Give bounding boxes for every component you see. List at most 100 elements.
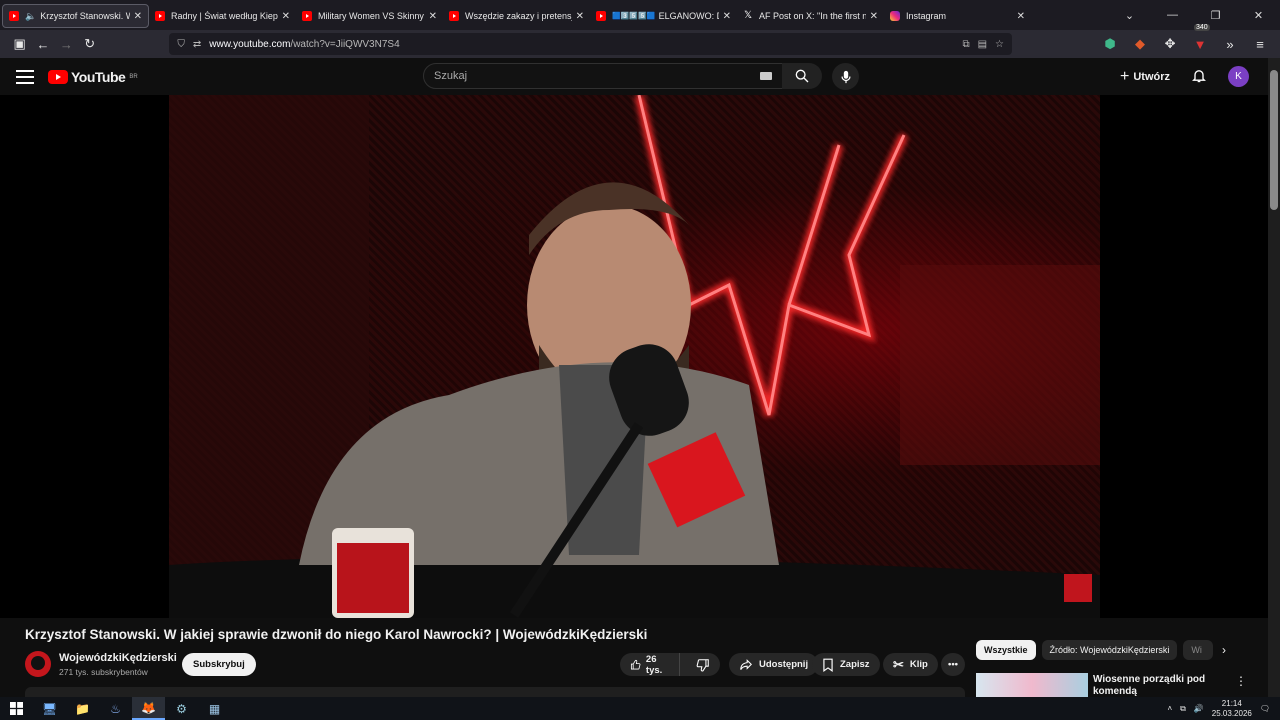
browser-nav-bar: ▣ ← → ↻ ⛉ ⇄ www.youtube.com/watch?v=JiiQ…	[0, 24, 1280, 58]
extension-shield-icon[interactable]: ⬢	[1098, 32, 1122, 56]
close-window-icon[interactable]: ✕	[1237, 9, 1280, 22]
reload-icon[interactable]: ↻	[78, 32, 101, 56]
chip-source-channel[interactable]: Źródło: WojewódzkiKędzierski	[1041, 640, 1178, 660]
windows-taskbar: 🖥 📁 ♨ 🦊 ⚙ ▦ ˄ ⧉ 🔊 21:14 25.03.2026 🗨	[0, 697, 1280, 720]
like-button[interactable]: 26 tys.	[620, 653, 680, 676]
reader-view-icon[interactable]: ▤	[978, 39, 987, 50]
restore-icon[interactable]: ❐	[1194, 9, 1237, 22]
channel-name[interactable]: WojewódzkiKędzierski	[59, 652, 177, 664]
clip-button[interactable]: ✂ Klip	[883, 653, 938, 676]
recommendation-title[interactable]: Wiosenne porządki pod komendą	[1093, 674, 1213, 696]
tab-instagram[interactable]: Instagram ✕	[884, 4, 1031, 28]
close-tab-icon[interactable]: ✕	[576, 11, 584, 22]
thumbs-up-icon	[630, 659, 641, 670]
bookmark-star-icon[interactable]: ☆	[995, 39, 1004, 50]
tab-military-women[interactable]: Military Women VS Skinny Joes ✕	[296, 4, 443, 28]
tab-elganowo[interactable]: 🟦3️⃣5️⃣5️⃣🟦 ELGANOWO: D ✕	[590, 4, 737, 28]
create-button[interactable]: + Utwórz	[1120, 68, 1170, 86]
tray-chevron-icon[interactable]: ˄	[1167, 704, 1172, 713]
thumbs-down-icon	[696, 658, 709, 672]
voice-search-button[interactable]	[832, 63, 859, 90]
scissors-icon: ✂	[893, 656, 904, 672]
minimize-icon[interactable]: —	[1151, 9, 1194, 21]
picture-in-picture-icon[interactable]: ⧉	[962, 39, 969, 50]
recommendation-thumbnail[interactable]	[976, 673, 1088, 697]
video-player[interactable]	[0, 95, 1268, 618]
tab-title: Krzysztof Stanowski. W jaki	[40, 11, 129, 21]
youtube-play-icon	[48, 69, 68, 84]
notifications-button[interactable]	[1191, 67, 1207, 89]
steam-icon[interactable]: ♨	[99, 697, 132, 720]
close-tab-icon[interactable]: ✕	[723, 11, 731, 22]
volume-icon[interactable]: 🔊	[1194, 704, 1204, 713]
permissions-icon[interactable]: ⇄	[193, 39, 201, 50]
sidebar-toggle-icon[interactable]: ▣	[8, 32, 31, 56]
tab-radny[interactable]: Radny | Świat według Kiepskich ✕	[149, 4, 296, 28]
youtube-icon	[155, 11, 165, 21]
close-tab-icon[interactable]: ✕	[870, 11, 878, 22]
chip-all[interactable]: Wszystkie	[976, 640, 1036, 660]
video-frame[interactable]	[169, 95, 1100, 618]
audio-icon[interactable]: 🔈	[25, 11, 36, 22]
close-tab-icon[interactable]: ✕	[429, 11, 437, 22]
close-tab-icon[interactable]: ✕	[1017, 11, 1025, 22]
extension-counter-icon[interactable]: ▼ 340	[1188, 24, 1212, 56]
search-input[interactable]: Szukaj	[423, 63, 783, 89]
keyboard-icon[interactable]	[760, 72, 772, 80]
youtube-icon	[596, 11, 606, 21]
hamburger-menu-icon[interactable]	[16, 69, 34, 84]
scrollbar-thumb[interactable]	[1270, 70, 1278, 210]
youtube-logo[interactable]: YouTube BR	[48, 69, 138, 85]
back-icon[interactable]: ←	[31, 32, 54, 56]
folder-icon[interactable]: 📁	[66, 697, 99, 720]
computer-icon[interactable]: 🖥	[33, 697, 66, 720]
like-dislike-group: 26 tys.	[620, 653, 720, 676]
neon-logo-graphic	[169, 95, 1100, 618]
forward-icon[interactable]: →	[55, 32, 78, 56]
save-button[interactable]: Zapisz	[812, 653, 880, 676]
clock[interactable]: 21:14 25.03.2026	[1212, 699, 1252, 719]
tab-wszedzie-zakazy[interactable]: Wszędzie zakazy i pretensje! Lu ✕	[443, 4, 590, 28]
system-tray: ˄ ⧉ 🔊 21:14 25.03.2026 🗨	[1167, 699, 1280, 719]
page-scrollbar[interactable]	[1268, 58, 1280, 720]
tab-title: Wszędzie zakazy i pretensje! Lu	[465, 11, 572, 21]
search-icon	[795, 69, 809, 83]
overflow-menu-icon[interactable]: »	[1218, 32, 1242, 56]
extension-ublock-icon[interactable]: ◆	[1128, 32, 1152, 56]
youtube-icon	[449, 11, 459, 21]
channel-subscriber-count: 271 tys. subskrybentów	[59, 667, 148, 677]
tab-krzysztof-stanowski[interactable]: 🔈 Krzysztof Stanowski. W jaki ✕	[2, 4, 149, 28]
network-icon[interactable]: ⧉	[1180, 704, 1186, 714]
search-button[interactable]	[782, 63, 822, 89]
notifications-center-icon[interactable]: 🗨	[1260, 704, 1270, 713]
share-label: Udostępnij	[759, 659, 809, 670]
firefox-icon[interactable]: 🦊	[132, 697, 165, 720]
more-actions-button[interactable]: •••	[941, 653, 965, 676]
more-vertical-icon[interactable]: ⋮	[1235, 674, 1247, 688]
youtube-icon	[9, 11, 19, 21]
share-button[interactable]: Udostępnij	[729, 653, 819, 676]
app-menu-icon[interactable]: ≡	[1248, 32, 1272, 56]
url-bar[interactable]: ⛉ ⇄ www.youtube.com/watch?v=JiiQWV3N7S4 …	[169, 33, 1013, 55]
tab-title: ELGANOWO: D	[658, 11, 719, 21]
tool-icon[interactable]: ⚙	[165, 697, 198, 720]
subscribe-button[interactable]: Subskrybuj	[182, 653, 256, 676]
youtube-icon	[302, 11, 312, 21]
close-tab-icon[interactable]: ✕	[282, 11, 290, 22]
chevron-right-icon[interactable]: ›	[1222, 643, 1226, 657]
extensions-puzzle-icon[interactable]: ✥	[1158, 32, 1182, 56]
avatar[interactable]: K	[1228, 66, 1249, 87]
channel-watermark[interactable]	[1064, 574, 1092, 602]
chip-partial[interactable]: Wi	[1183, 640, 1214, 660]
dislike-button[interactable]	[686, 658, 720, 672]
url-text[interactable]: www.youtube.com/watch?v=JiiQWV3N7S4	[209, 39, 954, 50]
calculator-icon[interactable]: ▦	[198, 697, 231, 720]
instagram-icon	[890, 11, 900, 21]
windows-start-icon[interactable]	[0, 697, 33, 720]
tab-list-chevron-icon[interactable]: ⌄	[1108, 9, 1151, 22]
region-code: BR	[129, 73, 138, 80]
shield-icon[interactable]: ⛉	[177, 39, 185, 50]
tab-af-post[interactable]: 𝕏 AF Post on X: "In the first nine n ✕	[737, 4, 884, 28]
channel-avatar[interactable]	[25, 651, 51, 677]
close-tab-icon[interactable]: ✕	[134, 11, 142, 22]
